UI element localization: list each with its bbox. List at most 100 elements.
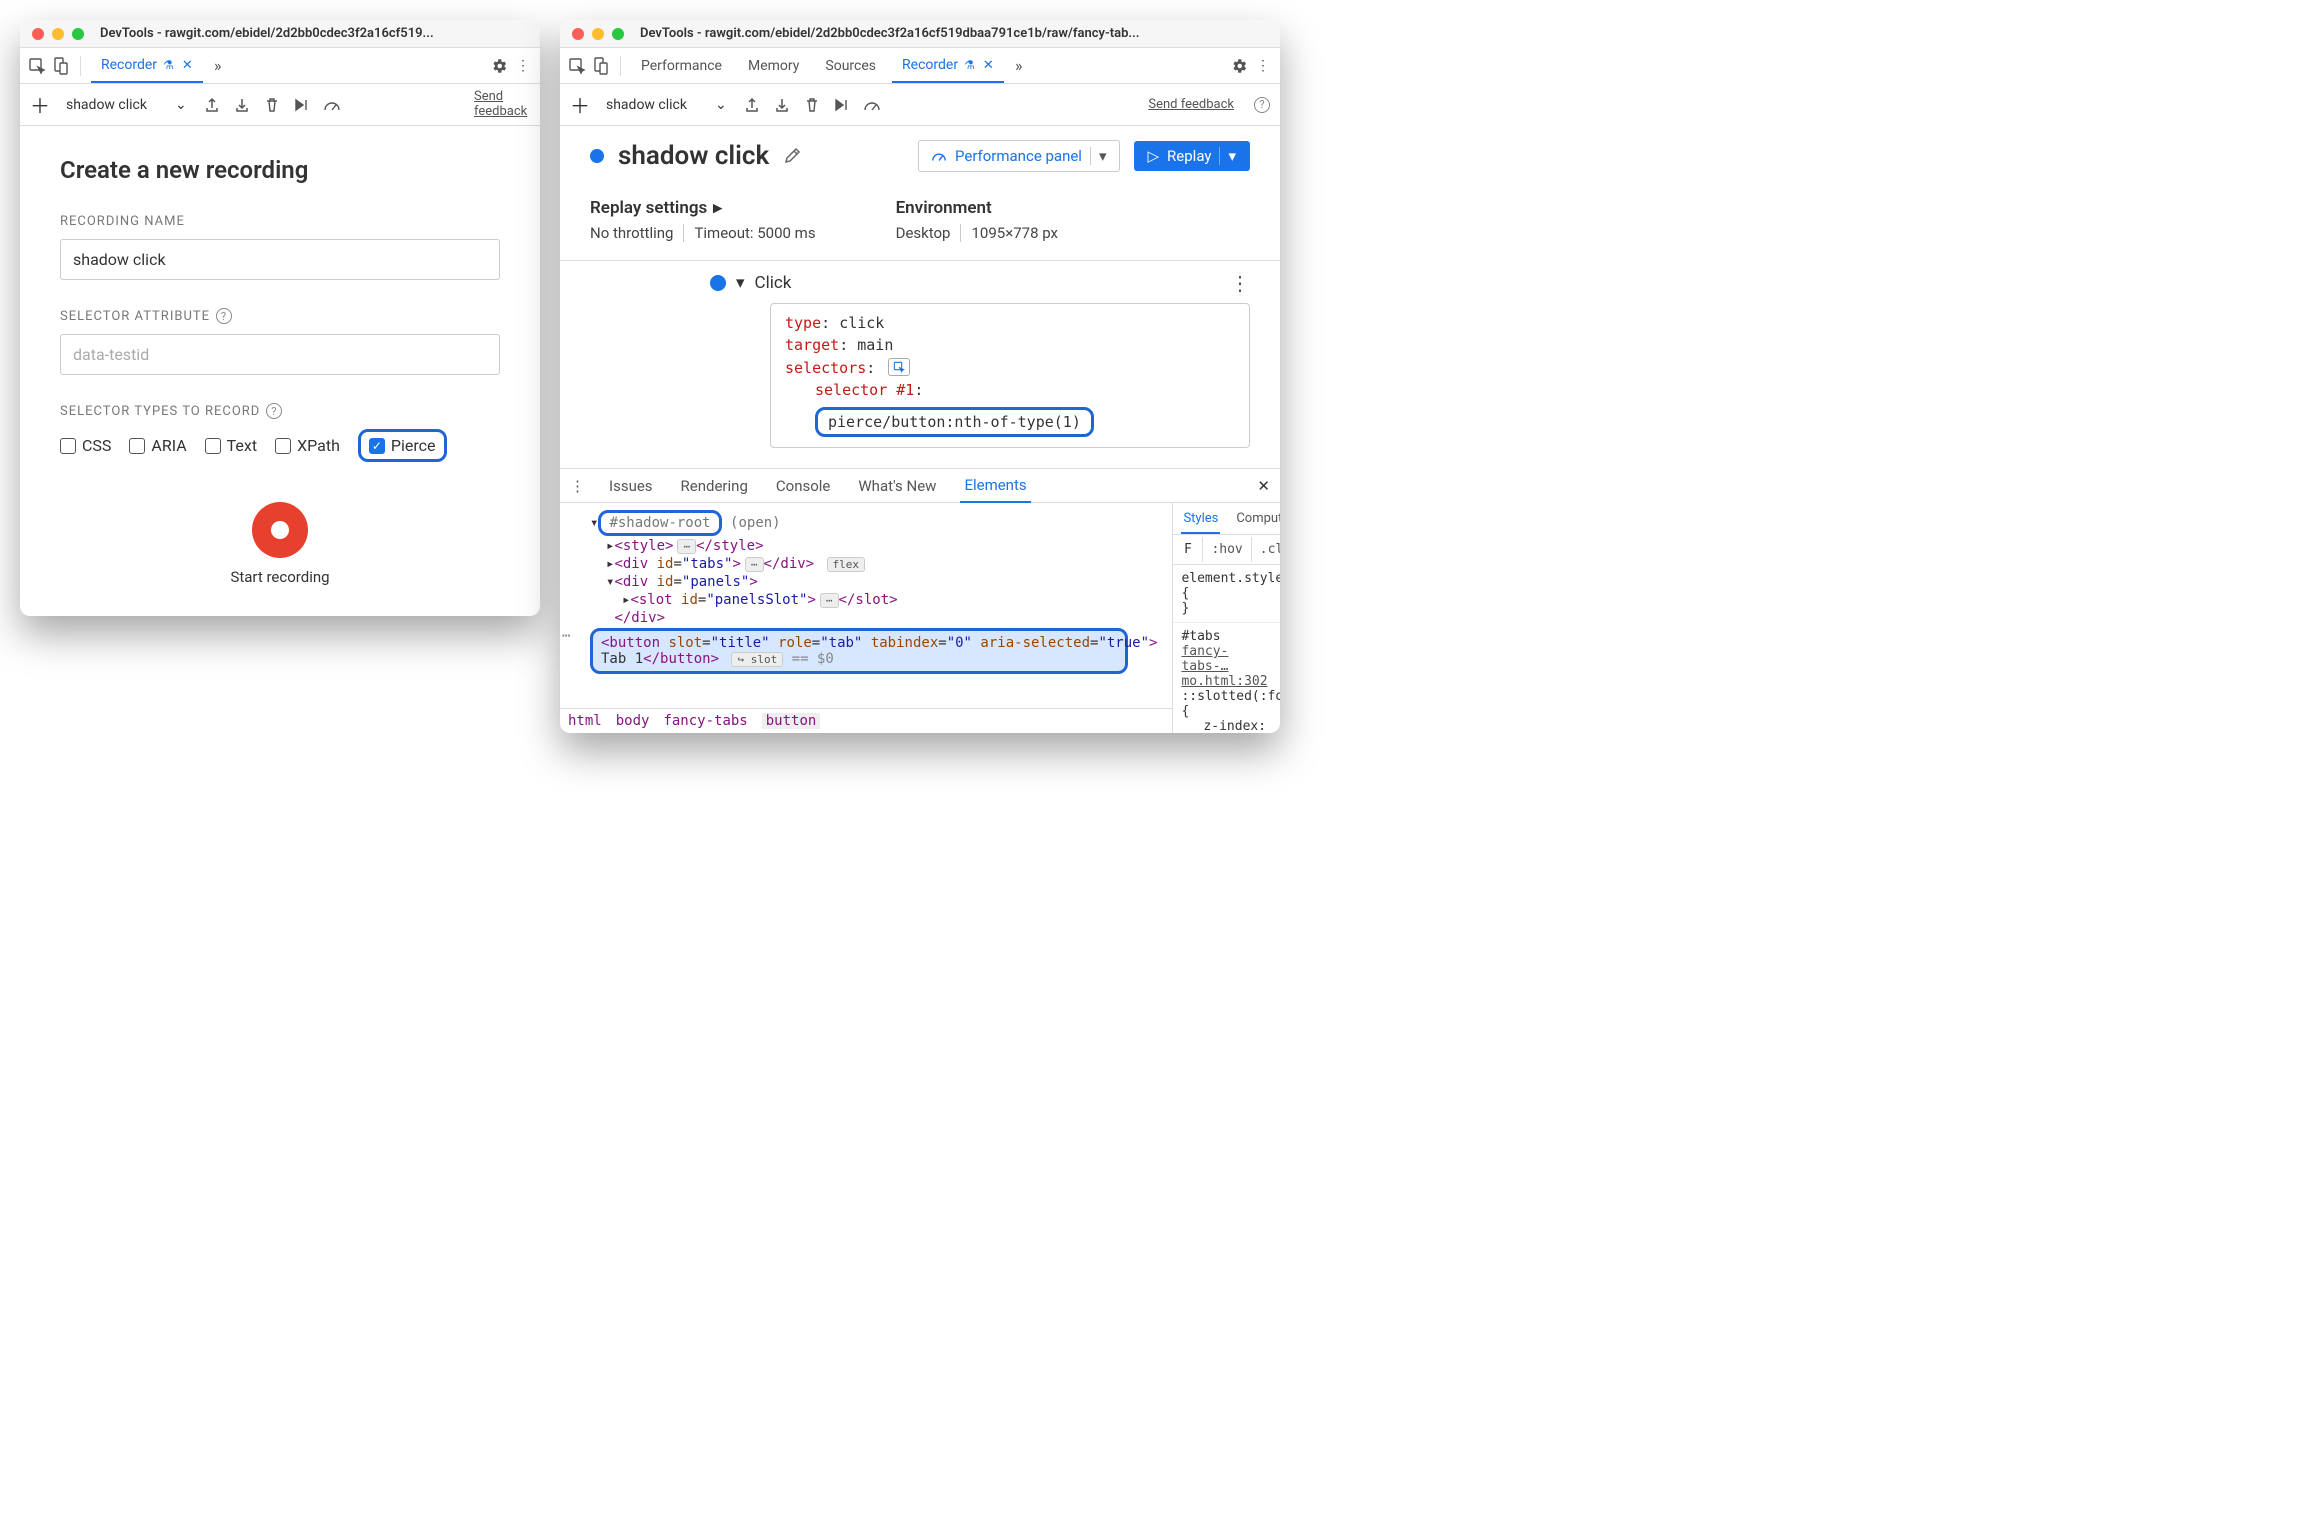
kebab-icon[interactable]: ⋮ — [570, 477, 585, 495]
drawer-tab-elements[interactable]: Elements — [960, 469, 1030, 503]
kebab-icon[interactable]: ⋮ — [1230, 271, 1250, 295]
help-icon[interactable]: ? — [266, 403, 282, 419]
inspect-icon[interactable] — [568, 57, 586, 75]
styles-tab[interactable]: Styles — [1181, 505, 1220, 534]
kebab-icon[interactable]: ⋮ — [514, 57, 532, 75]
add-icon[interactable]: ＋ — [570, 90, 590, 119]
step-area: ▾ Click ⋮ type: click target: main selec… — [560, 261, 1280, 469]
dom-node[interactable]: ▸<style>⋯</style> — [564, 537, 1172, 555]
checkbox-xpath[interactable]: XPath — [275, 436, 340, 455]
dom-tree[interactable]: ▾#shadow-root (open) ▸<style>⋯</style> ▸… — [560, 503, 1172, 708]
chevron-down-icon[interactable]: ⌄ — [175, 97, 187, 113]
speed-icon[interactable] — [323, 96, 341, 114]
close-drawer-icon[interactable]: ✕ — [1257, 477, 1270, 495]
dom-node[interactable]: </div> — [564, 609, 1172, 627]
start-recording-button[interactable] — [252, 502, 308, 558]
checkbox-text[interactable]: Text — [205, 436, 257, 455]
play-step-icon[interactable] — [833, 96, 851, 114]
expand-icon[interactable]: ▾ — [736, 273, 745, 293]
traffic-close-icon[interactable] — [32, 28, 44, 40]
drawer-tab-console[interactable]: Console — [772, 470, 835, 502]
source-link[interactable]: fancy-tabs-…mo.html:302 — [1181, 644, 1272, 689]
recording-select[interactable]: shadow click — [606, 97, 687, 113]
checkbox-pierce[interactable]: ✓Pierce — [358, 429, 447, 462]
drawer-tab-rendering[interactable]: Rendering — [677, 470, 752, 502]
edit-icon[interactable] — [783, 147, 801, 165]
traffic-min-icon[interactable] — [52, 28, 64, 40]
filter-input[interactable]: F — [1173, 537, 1203, 562]
more-tabs-icon[interactable]: » — [1010, 57, 1028, 75]
step-name[interactable]: Click — [755, 273, 792, 293]
chevron-down-icon[interactable]: ▾ — [1090, 147, 1107, 165]
replay-button[interactable]: ▷ Replay ▾ — [1134, 141, 1251, 171]
export-icon[interactable] — [743, 96, 761, 114]
help-icon[interactable]: ? — [1254, 97, 1270, 113]
hov-toggle[interactable]: :hov — [1203, 537, 1251, 562]
import-icon[interactable] — [233, 96, 251, 114]
chevron-down-icon[interactable]: ▾ — [1219, 147, 1236, 165]
dom-node-selected[interactable]: <button slot="title" role="tab" tabindex… — [590, 628, 1128, 674]
recording-header: shadow click Performance panel ▾ ▷ Repla… — [560, 126, 1280, 186]
speed-icon[interactable] — [863, 96, 881, 114]
css-property[interactable]: z-index: 1; i — [1181, 719, 1272, 733]
traffic-max-icon[interactable] — [612, 28, 624, 40]
shadow-root-node[interactable]: #shadow-root — [598, 510, 721, 536]
play-step-icon[interactable] — [293, 96, 311, 114]
crumb-body[interactable]: body — [616, 713, 650, 729]
computed-tab[interactable]: Computed — [1234, 505, 1280, 532]
gear-icon[interactable] — [490, 57, 508, 75]
send-feedback-link[interactable]: Send feedback — [474, 90, 530, 119]
rule-selector[interactable]: ::slotted(:focus) { — [1181, 689, 1272, 719]
crumb-fancy-tabs[interactable]: fancy-tabs — [663, 713, 747, 729]
drawer-tab-issues[interactable]: Issues — [605, 470, 657, 502]
more-tabs-icon[interactable]: » — [209, 57, 227, 75]
checkbox-aria[interactable]: ARIA — [129, 436, 186, 455]
reveal-slot-icon[interactable]: ↪ slot — [731, 652, 783, 667]
play-icon: ▷ — [1148, 147, 1160, 165]
replay-settings-toggle[interactable]: Replay settings ▸ — [590, 198, 816, 218]
inspect-icon[interactable] — [28, 57, 46, 75]
rule-selector[interactable]: #tabs — [1181, 629, 1220, 644]
performance-panel-button[interactable]: Performance panel ▾ — [918, 140, 1120, 172]
export-icon[interactable] — [203, 96, 221, 114]
checkbox-css[interactable]: CSS — [60, 436, 111, 455]
traffic-max-icon[interactable] — [72, 28, 84, 40]
traffic-min-icon[interactable] — [592, 28, 604, 40]
device-icon[interactable] — [52, 57, 70, 75]
recording-select[interactable]: shadow click — [66, 97, 147, 113]
dom-node[interactable]: ▾<div id="panels"> — [564, 573, 1172, 591]
close-tab-icon[interactable]: ✕ — [182, 58, 193, 73]
add-icon[interactable]: ＋ — [30, 90, 50, 119]
dom-node[interactable]: ▸<div id="tabs">⋯</div> flex — [564, 555, 1172, 573]
tab-recorder[interactable]: Recorder ⚗ ✕ — [892, 49, 1004, 83]
step-dot-icon — [710, 275, 726, 291]
kebab-icon[interactable]: ⋮ — [1254, 57, 1272, 75]
crumb-html[interactable]: html — [568, 713, 602, 729]
recorder-toolbar: ＋ shadow click ⌄ Send feedback ? — [560, 84, 1280, 126]
selector-value[interactable]: pierce/button:nth-of-type(1) — [815, 407, 1094, 437]
tab-recorder[interactable]: Recorder ⚗ ✕ — [91, 49, 203, 83]
send-feedback-link[interactable]: Send feedback — [1148, 97, 1234, 112]
titlebar: DevTools - rawgit.com/ebidel/2d2bb0cdec3… — [560, 20, 1280, 48]
tab-performance[interactable]: Performance — [631, 50, 732, 82]
trash-icon[interactable] — [263, 96, 281, 114]
more-actions-icon[interactable]: ⋯ — [562, 628, 570, 644]
device-icon[interactable] — [592, 57, 610, 75]
close-tab-icon[interactable]: ✕ — [983, 58, 994, 73]
cls-toggle[interactable]: .cls — [1252, 537, 1280, 562]
gear-icon[interactable] — [1230, 57, 1248, 75]
style-rule[interactable]: element.style { — [1181, 571, 1272, 601]
crumb-button[interactable]: button — [762, 713, 821, 729]
dom-node[interactable]: ▸<slot id="panelsSlot">⋯</slot> — [564, 591, 1172, 609]
recording-name-input[interactable]: shadow click — [60, 239, 500, 280]
help-icon[interactable]: ? — [216, 308, 232, 324]
traffic-close-icon[interactable] — [572, 28, 584, 40]
pick-element-icon[interactable] — [888, 358, 910, 376]
tab-sources[interactable]: Sources — [815, 50, 886, 82]
chevron-down-icon[interactable]: ⌄ — [715, 97, 727, 113]
drawer-tab-whatsnew[interactable]: What's New — [854, 470, 940, 502]
selector-attr-input[interactable]: data-testid — [60, 334, 500, 375]
import-icon[interactable] — [773, 96, 791, 114]
trash-icon[interactable] — [803, 96, 821, 114]
tab-memory[interactable]: Memory — [738, 50, 809, 82]
